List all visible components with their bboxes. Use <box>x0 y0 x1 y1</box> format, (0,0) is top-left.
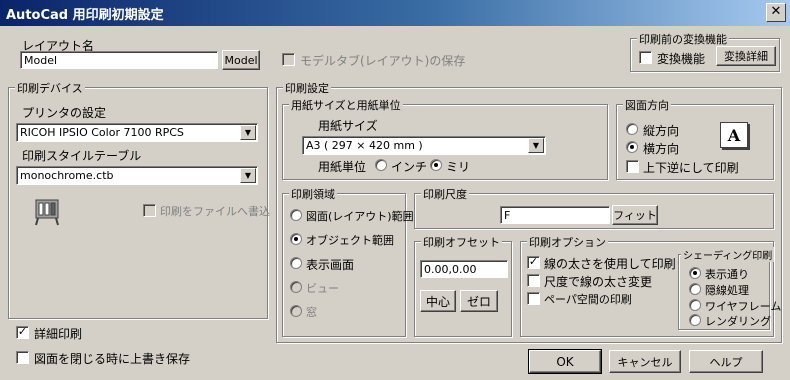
save-model-tab-checkbox[interactable] <box>282 53 295 66</box>
shade-hidden-label: 隠線処理 <box>705 284 749 297</box>
shade-plot-group-title: シェーディング印刷 <box>681 247 775 262</box>
layout-name-input[interactable]: Model <box>20 51 218 69</box>
write-to-file-checkbox[interactable] <box>143 204 156 217</box>
detail-print-label: 詳細印刷 <box>34 327 83 341</box>
scale-lineweight-checkbox[interactable] <box>527 274 540 287</box>
plot-style-label: 印刷スタイルテーブル <box>22 149 142 163</box>
upside-down-label: 上下逆にして印刷 <box>643 161 739 175</box>
model-button[interactable]: Model <box>222 50 260 70</box>
print-offset-group-title: 印刷オフセット <box>421 234 502 250</box>
paper-unit-label: 用紙単位 <box>318 160 367 174</box>
lineweight-checkbox[interactable]: ✓ <box>527 256 540 269</box>
shade-as-displayed-label: 表示通り <box>705 268 749 281</box>
area-view-radio[interactable] <box>290 281 302 293</box>
shade-wireframe-label: ワイヤフレーム <box>705 300 782 313</box>
printer-select[interactable]: RICOH IPSIO Color 7100 RPCS ▼ <box>16 123 258 142</box>
scale-input[interactable]: F <box>500 206 610 224</box>
shade-wireframe-radio[interactable] <box>689 299 701 311</box>
portrait-radio[interactable] <box>626 123 638 135</box>
print-options-group-title: 印刷オプション <box>527 234 608 250</box>
window-title: AutoCad 用印刷初期設定 <box>6 8 164 23</box>
detail-print-checkbox[interactable]: ✓ <box>16 326 29 339</box>
printer-select-value: RICOH IPSIO Color 7100 RPCS <box>20 126 184 139</box>
print-offset-group: 印刷オフセット <box>414 234 512 337</box>
area-window-label: 窓 <box>306 306 317 319</box>
area-view-label: ビュー <box>306 282 339 295</box>
scale-lineweight-label: 尺度で線の太さ変更 <box>544 275 653 289</box>
chevron-down-icon[interactable]: ▼ <box>240 168 256 183</box>
lineweight-label: 線の太さを使用して印刷 <box>544 257 676 271</box>
overwrite-save-label: 図面を閉じる時に上書き保存 <box>34 352 191 366</box>
landscape-radio[interactable] <box>626 141 638 153</box>
shade-hidden-radio[interactable] <box>689 283 701 295</box>
zero-button[interactable]: ゼロ <box>460 290 498 312</box>
ok-button[interactable]: OK <box>528 349 602 374</box>
area-extents-label: オブジェクト範囲 <box>306 234 394 247</box>
print-scale-group-title: 印刷尺度 <box>421 186 469 202</box>
save-model-tab-label: モデルタブ(レイアウト)の保存 <box>300 54 466 68</box>
chevron-down-icon[interactable]: ▼ <box>528 138 544 153</box>
area-layout-label: 図面(レイアウト)範囲 <box>306 210 414 223</box>
paper-size-label: 用紙サイズ <box>318 119 378 133</box>
close-icon[interactable]: ✕ <box>766 3 786 22</box>
title-bar[interactable]: AutoCad 用印刷初期設定 ✕ <box>0 0 790 26</box>
plot-setup-dialog: AutoCad 用印刷初期設定 ✕ レイアウト名 Model Model モデル… <box>0 0 790 380</box>
area-display-radio[interactable] <box>290 257 302 269</box>
paper-group-title: 用紙サイズと用紙単位 <box>289 97 403 113</box>
fit-button[interactable]: フィット <box>612 205 658 225</box>
cancel-button[interactable]: キャンセル <box>609 350 681 373</box>
portrait-label: 縦方向 <box>643 124 680 138</box>
print-area-group-title: 印刷領域 <box>289 186 337 202</box>
plot-style-select-value: monochrome.ctb <box>20 169 114 182</box>
area-layout-radio[interactable] <box>290 209 302 221</box>
shade-rendered-radio[interactable] <box>689 314 701 326</box>
area-display-label: 表示画面 <box>306 258 355 272</box>
unit-inch-radio[interactable] <box>375 159 387 171</box>
unit-mm-label: ミリ <box>446 160 471 174</box>
write-to-file-label: 印刷をファイルへ書込 <box>160 205 270 218</box>
plot-style-select[interactable]: monochrome.ctb ▼ <box>16 166 258 185</box>
orientation-page-icon: A <box>720 122 748 148</box>
paper-size-value: A3 ( 297 × 420 mm ) <box>306 139 423 152</box>
print-device-group-title: 印刷デバイス <box>15 80 85 96</box>
area-window-radio[interactable] <box>290 305 302 317</box>
pre-convert-group-title: 印刷前の変換機能 <box>637 31 729 47</box>
orientation-group-title: 図面方向 <box>623 97 671 113</box>
convert-function-checkbox[interactable] <box>639 51 652 64</box>
landscape-label: 横方向 <box>643 142 680 156</box>
plotter-icon <box>30 196 64 226</box>
upside-down-checkbox[interactable] <box>626 160 639 173</box>
offset-input[interactable]: 0.00,0.00 <box>420 260 508 278</box>
help-button[interactable]: ヘルプ <box>689 350 763 373</box>
plot-settings-group-title: 印刷設定 <box>283 80 331 96</box>
shade-as-displayed-radio[interactable] <box>689 267 701 279</box>
unit-mm-radio[interactable] <box>430 159 442 171</box>
unit-inch-label: インチ <box>391 160 428 174</box>
shade-rendered-label: レンダリング <box>705 315 771 328</box>
chevron-down-icon[interactable]: ▼ <box>240 125 256 140</box>
overwrite-save-checkbox[interactable] <box>16 351 29 364</box>
paper-space-checkbox[interactable] <box>527 292 540 305</box>
center-button[interactable]: 中心 <box>420 290 456 312</box>
paper-space-label: ペーパ空間の印刷 <box>544 293 632 306</box>
area-extents-radio[interactable] <box>290 233 302 245</box>
convert-detail-button[interactable]: 変換詳細 <box>716 46 776 66</box>
convert-function-label: 変換機能 <box>657 52 706 66</box>
printer-setting-label: プリンタの設定 <box>22 106 107 120</box>
paper-size-select[interactable]: A3 ( 297 × 420 mm ) ▼ <box>302 136 546 155</box>
